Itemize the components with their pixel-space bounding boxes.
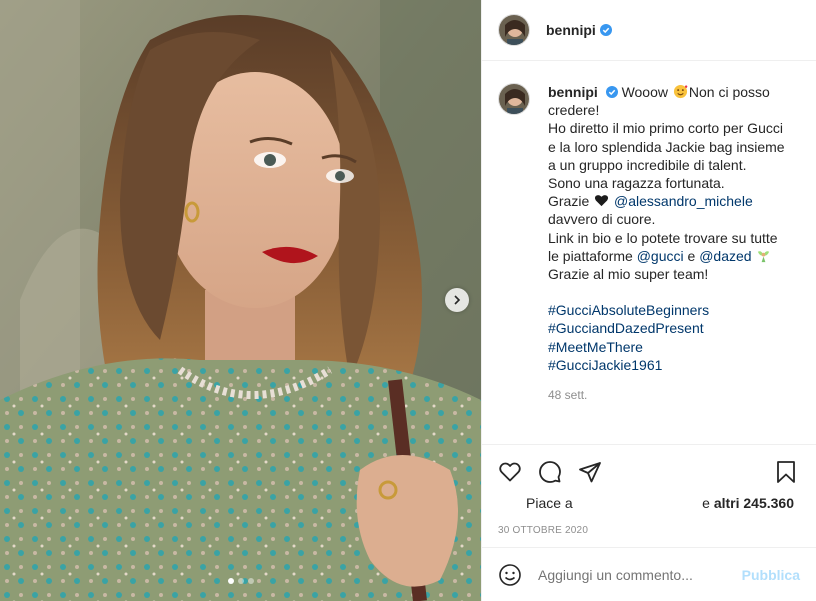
black-heart-emoji-icon bbox=[595, 195, 609, 207]
caption-text: a un gruppo incredibile di talent. bbox=[548, 156, 747, 173]
caption-text: e bbox=[687, 247, 696, 264]
fairy-emoji-icon bbox=[758, 251, 770, 262]
chevron-right-icon bbox=[454, 295, 461, 305]
likes-summary[interactable]: Piace a e altri 245.360 bbox=[498, 495, 800, 511]
verified-badge-icon bbox=[605, 86, 618, 98]
caption-time: 48 sett. bbox=[548, 388, 588, 403]
hashtag-link[interactable]: #MeetMeThere bbox=[548, 338, 798, 356]
add-comment-bar: Pubblica bbox=[482, 547, 816, 601]
likes-prefix: e bbox=[702, 495, 710, 511]
comment-button[interactable] bbox=[538, 460, 562, 484]
caption-area: bennipi Wooow Non ci posso credere! Ho d… bbox=[482, 61, 816, 444]
caption-text: Sono una ragazza fortunata. bbox=[548, 175, 725, 192]
post-date: 30 OTTOBRE 2020 bbox=[498, 525, 589, 536]
avatar-image bbox=[499, 84, 529, 114]
likes-count[interactable]: altri 245.360 bbox=[714, 495, 794, 511]
carousel-dot bbox=[247, 578, 254, 584]
caption-text: Link in bio e lo potete trovare su tutte bbox=[548, 229, 778, 246]
publish-button[interactable]: Pubblica bbox=[742, 567, 800, 583]
caption-text: credere! bbox=[548, 102, 600, 119]
mention-link[interactable]: @dazed bbox=[699, 248, 751, 264]
post-photo bbox=[0, 0, 481, 601]
post-media[interactable] bbox=[0, 0, 481, 601]
caption-text: Grazie al mio super team! bbox=[548, 266, 709, 283]
paper-plane-icon bbox=[579, 462, 601, 483]
carousel-indicator bbox=[0, 578, 481, 584]
caption-text: davvero di cuore. bbox=[548, 211, 656, 228]
hashtag-link[interactable]: #GucciAbsoluteBeginners bbox=[548, 301, 798, 319]
caption-text: Ho diretto il mio primo corto per Gucci bbox=[548, 120, 783, 137]
avatar[interactable] bbox=[498, 83, 530, 115]
username-link[interactable]: bennipi bbox=[546, 22, 596, 38]
comment-bubble-icon bbox=[539, 461, 561, 483]
verified-badge-icon bbox=[599, 24, 612, 36]
instagram-post: bennipi bennipi Wooow Non ci posso crede… bbox=[0, 0, 816, 601]
carousel-dot bbox=[237, 578, 244, 584]
share-button[interactable] bbox=[578, 460, 602, 484]
likes-label: Piace a bbox=[526, 495, 573, 511]
caption-text: Non ci posso bbox=[688, 84, 770, 100]
hashtag-link[interactable]: #GucciandDazedPresent bbox=[548, 319, 798, 337]
hashtag-link[interactable]: #GucciJackie1961 bbox=[548, 356, 798, 374]
avatar[interactable] bbox=[498, 14, 530, 46]
bookmark-icon bbox=[777, 461, 795, 483]
action-bar: Piace a e altri 245.360 30 OTTOBRE 2020 bbox=[482, 444, 816, 547]
carousel-dot-active bbox=[227, 578, 234, 584]
caption-text: le piattaforme bbox=[548, 247, 633, 264]
caption-username[interactable]: bennipi bbox=[548, 84, 598, 100]
emoji-picker-button[interactable] bbox=[498, 563, 522, 587]
comment-input[interactable] bbox=[538, 566, 742, 583]
avatar-image bbox=[499, 15, 529, 45]
caption-text: Wooow bbox=[621, 84, 668, 100]
smiling-hearts-emoji-icon bbox=[673, 84, 688, 99]
next-slide-button[interactable] bbox=[445, 288, 469, 312]
post-header: bennipi bbox=[482, 0, 816, 61]
post-caption: bennipi Wooow Non ci posso credere! Ho d… bbox=[548, 83, 798, 444]
caption-text: Grazie bbox=[548, 193, 590, 210]
post-side-panel: bennipi bennipi Wooow Non ci posso crede… bbox=[481, 0, 816, 601]
smiley-icon bbox=[499, 563, 521, 586]
like-button[interactable] bbox=[498, 460, 522, 484]
save-button[interactable] bbox=[774, 460, 798, 484]
heart-icon bbox=[499, 462, 521, 482]
mention-link[interactable]: @gucci bbox=[637, 248, 684, 264]
mention-link[interactable]: @alessandro_michele bbox=[614, 193, 753, 209]
caption-text: e la loro splendida Jackie bag insieme bbox=[548, 138, 785, 155]
